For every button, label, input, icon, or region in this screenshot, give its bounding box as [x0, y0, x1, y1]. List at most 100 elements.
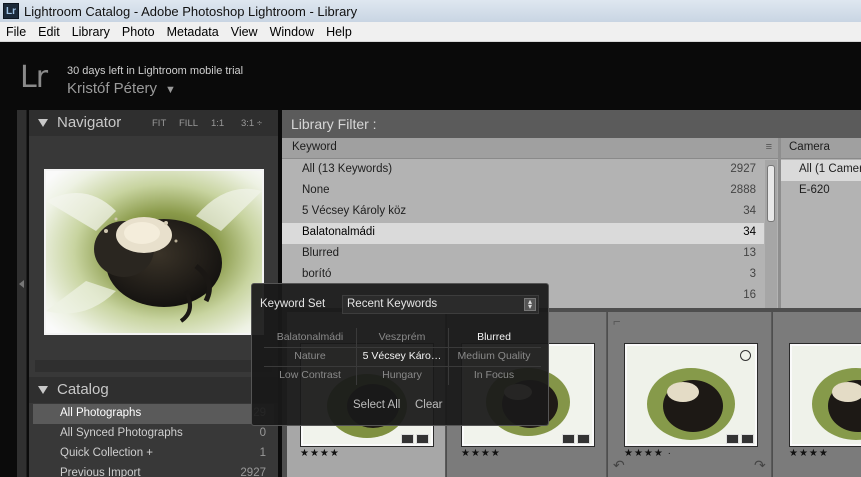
keyword-set-item[interactable]: Balatonalmádi: [264, 328, 356, 347]
keyword-set-item[interactable]: Nature: [264, 347, 356, 366]
keyword-set-item[interactable]: Veszprém: [356, 328, 448, 347]
catalog-title: Catalog: [57, 381, 109, 398]
catalog-item-all-photographs[interactable]: All Photographs 29: [33, 404, 274, 424]
navigator-header[interactable]: Navigator FIT FILL 1:1 3:1 ÷: [29, 110, 278, 136]
keyword-badge-icon: [562, 434, 575, 444]
keyword-set-item[interactable]: Medium Quality: [448, 347, 540, 366]
keyword-name: Blurred: [302, 247, 340, 259]
menu-window[interactable]: Window: [264, 25, 320, 39]
photo-thumbnail[interactable]: [624, 343, 758, 447]
bee-flower-thumbnail: [627, 346, 755, 444]
keyword-column-header[interactable]: Keyword ≡: [282, 138, 778, 159]
menu-library[interactable]: Library: [66, 25, 116, 39]
catalog-item-label: All Photographs: [60, 407, 142, 419]
keyword-set-item-active[interactable]: Blurred: [448, 328, 540, 347]
camera-row[interactable]: E-620: [781, 181, 861, 202]
navigator-divider: [35, 360, 272, 372]
keyword-count: 16: [743, 289, 756, 301]
keyword-set-item[interactable]: Low Contrast: [264, 366, 356, 385]
zoom-3-1[interactable]: 3:1 ÷: [241, 118, 262, 129]
keyword-row[interactable]: All (13 Keywords) 2927: [282, 160, 764, 181]
star-rating[interactable]: ★★★★: [461, 448, 501, 459]
clear-button[interactable]: Clear: [415, 399, 442, 411]
catalog-item-label: All Synced Photographs: [60, 427, 183, 439]
camera-row-selected[interactable]: All (1 Camera): [781, 160, 861, 181]
expand-triangle-icon: [38, 386, 48, 394]
keyword-count: 2888: [730, 184, 756, 196]
keyword-set-item[interactable]: Hungary: [356, 366, 448, 385]
grid-cell[interactable]: ⌐ ★★★★ · ↶ ↷: [608, 312, 772, 477]
menu-bar: File Edit Library Photo Metadata View Wi…: [0, 22, 861, 42]
title-bar: Lr Lightroom Catalog - Adobe Photoshop L…: [0, 0, 861, 22]
star-rating[interactable]: ★★★★ ·: [624, 448, 672, 459]
catalog-item-label: Previous Import: [60, 467, 141, 477]
column-menu-icon[interactable]: ≡: [766, 141, 772, 153]
rotate-left-icon[interactable]: ↶: [613, 457, 625, 474]
keyword-count: 13: [743, 247, 756, 259]
caption-badge-icon: [416, 434, 429, 444]
photo-thumbnail[interactable]: [789, 343, 861, 447]
user-name: Kristóf Pétery: [67, 80, 158, 97]
library-filter-title: Library Filter :: [291, 116, 377, 132]
menu-metadata[interactable]: Metadata: [161, 25, 225, 39]
navigator-preview[interactable]: [44, 169, 264, 335]
select-stepper-icon: ▴ ▾: [524, 298, 536, 311]
menu-edit[interactable]: Edit: [32, 25, 66, 39]
menu-file[interactable]: File: [0, 25, 32, 39]
catalog-item-label: Quick Collection +: [60, 447, 153, 459]
keyword-count: 34: [743, 205, 756, 217]
dropdown-caret-icon: ▼: [165, 84, 176, 96]
keyword-name: borító: [302, 268, 332, 280]
menu-view[interactable]: View: [225, 25, 264, 39]
flag-icon[interactable]: ⌐: [613, 314, 621, 329]
camera-column-header[interactable]: Camera: [781, 138, 861, 159]
menu-photo[interactable]: Photo: [116, 25, 161, 39]
keyword-set-popup: Keyword Set Recent Keywords ▴ ▾ Balatonal…: [251, 283, 549, 426]
keyword-row[interactable]: Blurred 13: [282, 244, 764, 265]
left-panel: Navigator FIT FILL 1:1 3:1 ÷ Catalog All…: [29, 110, 278, 477]
star-rating[interactable]: ★★★★: [789, 448, 829, 459]
catalog-item-count: 0: [259, 427, 266, 439]
catalog-item-all-synced[interactable]: All Synced Photographs 0: [33, 424, 274, 444]
grid-cell[interactable]: ★★★★: [773, 312, 861, 477]
catalog-item-count: 2927: [240, 467, 266, 477]
camera-header-label: Camera: [789, 141, 830, 153]
keyword-set-grid: Balatonalmádi Veszprém Blurred Nature 5 …: [264, 328, 541, 385]
bee-flower-thumbnail: [792, 346, 861, 444]
zoom-fit[interactable]: FIT: [152, 118, 166, 129]
left-panel-toggle[interactable]: [17, 110, 27, 477]
zoom-1-1[interactable]: 1:1: [211, 118, 224, 129]
keyword-set-value: Recent Keywords: [347, 298, 438, 310]
star-rating[interactable]: ★★★★: [300, 448, 340, 459]
keyword-badge-icon: [401, 434, 414, 444]
menu-help[interactable]: Help: [320, 25, 358, 39]
keyword-name: None: [302, 184, 330, 196]
keyword-set-item[interactable]: In Focus: [448, 366, 540, 385]
keyword-header-label: Keyword: [292, 141, 337, 153]
catalog-header[interactable]: Catalog: [29, 377, 278, 403]
keyword-badge-icon: [726, 434, 739, 444]
catalog-item-previous-import[interactable]: Previous Import 2927: [33, 464, 274, 477]
keyword-row-selected[interactable]: Balatonalmádi 34: [282, 223, 764, 244]
keyword-row[interactable]: None 2888: [282, 181, 764, 202]
zoom-fill[interactable]: FILL: [179, 118, 198, 129]
catalog-item-quick-collection[interactable]: Quick Collection + 1: [33, 444, 274, 464]
user-name-menu[interactable]: Kristóf Pétery ▼: [67, 80, 176, 97]
keyword-scrollbar-thumb[interactable]: [767, 165, 775, 222]
app-icon: Lr: [3, 3, 19, 19]
select-all-button[interactable]: Select All: [353, 399, 400, 411]
catalog-item-count: 1: [259, 447, 266, 459]
expand-triangle-icon: [38, 119, 48, 127]
window-title: Lightroom Catalog - Adobe Photoshop Ligh…: [24, 3, 358, 19]
quick-collection-circle-icon[interactable]: [740, 350, 751, 361]
keyword-name: All (13 Keywords): [302, 163, 393, 175]
bee-flower-preview-image: [46, 171, 262, 333]
keyword-set-select[interactable]: Recent Keywords ▴ ▾: [342, 295, 539, 314]
navigator-title: Navigator: [57, 114, 122, 131]
camera-name: All (1 Camera): [799, 163, 861, 175]
rotate-right-icon[interactable]: ↷: [754, 457, 766, 474]
caption-badge-icon: [741, 434, 754, 444]
keyword-name: 5 Vécsey Károly köz: [302, 205, 407, 217]
keyword-set-item-active[interactable]: 5 Vécsey Káro…: [356, 347, 448, 366]
keyword-row[interactable]: 5 Vécsey Károly köz 34: [282, 202, 764, 223]
